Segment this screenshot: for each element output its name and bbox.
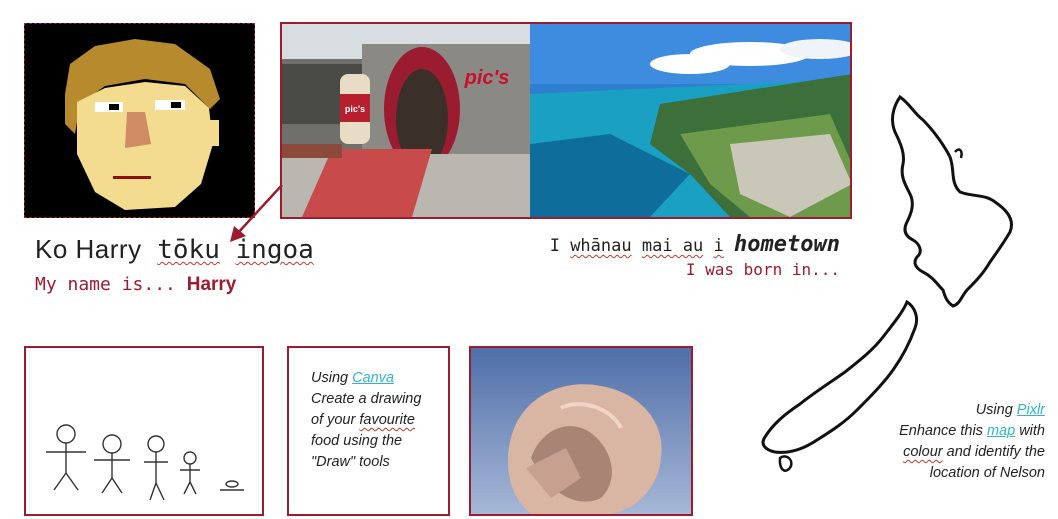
shop-sign-text: pic's [464,67,510,89]
pixlr-line-1: Using Pixlr [845,400,1045,421]
map-link[interactable]: map [987,423,1015,439]
canva-line-3-b: favourite [359,412,415,428]
canva-line-3-a: of your [311,412,360,428]
canva-line-1-prefix: Using [311,370,353,386]
maori-name-prefix: Ko Harry [35,234,142,264]
canva-line-5: "Draw" tools [311,454,390,470]
canva-line-2: Create a drawing [311,391,422,407]
pixlr-line-3: colour and identify the [845,442,1045,463]
pixlr-line-2: Enhance this map with [845,421,1045,442]
hometown-word-whanau: whānau [570,236,632,256]
pixlr-line-2-a: Enhance this [899,423,987,439]
pixlr-line-3-a: colour [903,444,943,460]
canva-line-3: of your favourite [311,410,448,431]
stick-figures-drawing [46,424,244,501]
pixlr-line-4: location of Nelson [929,465,1045,481]
shopfront-photo: pic's pic's [282,24,532,217]
hometown-word-i: I [549,236,560,256]
canva-line-4: food using the [311,433,403,449]
maori-name-line: Ko Harry tōku ingoa [35,234,314,265]
drawing-frame [24,346,264,516]
sculpt-render-image [471,348,691,514]
maori-name-word-toku: tōku [157,235,220,265]
pixlr-line-3-b: and identify the [942,444,1045,460]
english-name-value: Harry [186,274,237,295]
hometown-word-mai-au: mai au [641,236,704,256]
english-name-prefix: My name is... [35,274,176,295]
canva-task-frame: Using Canva Create a drawing of your fav… [287,346,450,516]
maori-name-word-ingoa: ingoa [235,235,314,265]
hometown-word-i2: i [713,236,724,256]
jar-label: pic's [345,104,365,114]
pixlr-line-1-prefix: Using [975,402,1017,418]
pixlr-task: Using Pixlr Enhance this map with colour… [845,400,1045,484]
canva-link[interactable]: Canva [352,370,394,386]
canva-line-1: Using Canva [311,368,448,389]
pixlr-line-2-b: with [1015,423,1045,439]
pixlr-link[interactable]: Pixlr [1017,402,1045,418]
render-frame [469,346,693,516]
english-name-line: My name is... Harry [35,274,236,296]
